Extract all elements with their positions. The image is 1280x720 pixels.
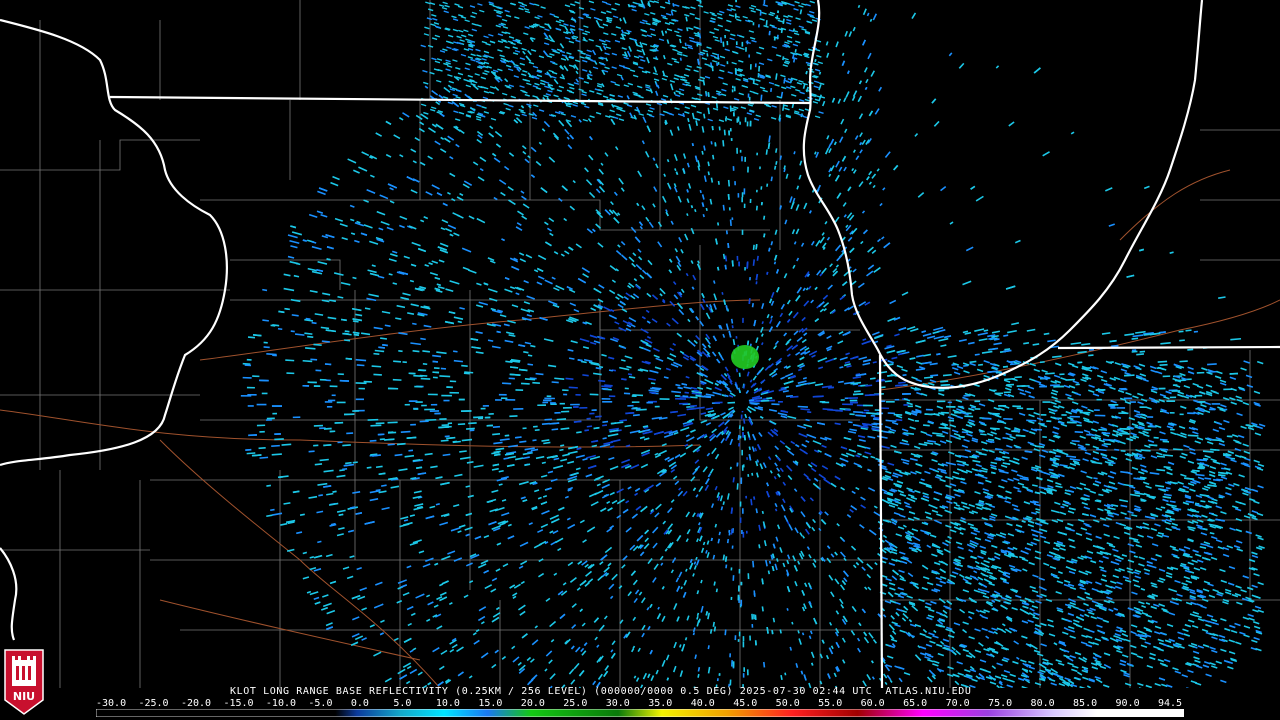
logo-text: NIU xyxy=(13,690,35,703)
niu-logo: NIU xyxy=(4,649,44,715)
reflectivity-colorbar xyxy=(96,709,1184,717)
green-echo-core xyxy=(731,345,759,369)
product-caption: KLOT LONG RANGE BASE REFLECTIVITY (0.25K… xyxy=(230,686,972,697)
radar-map-screen: NIU KLOT LONG RANGE BASE REFLECTIVITY (0… xyxy=(0,0,1280,720)
radar-map xyxy=(0,0,1280,688)
radar-site-marker xyxy=(735,393,749,411)
